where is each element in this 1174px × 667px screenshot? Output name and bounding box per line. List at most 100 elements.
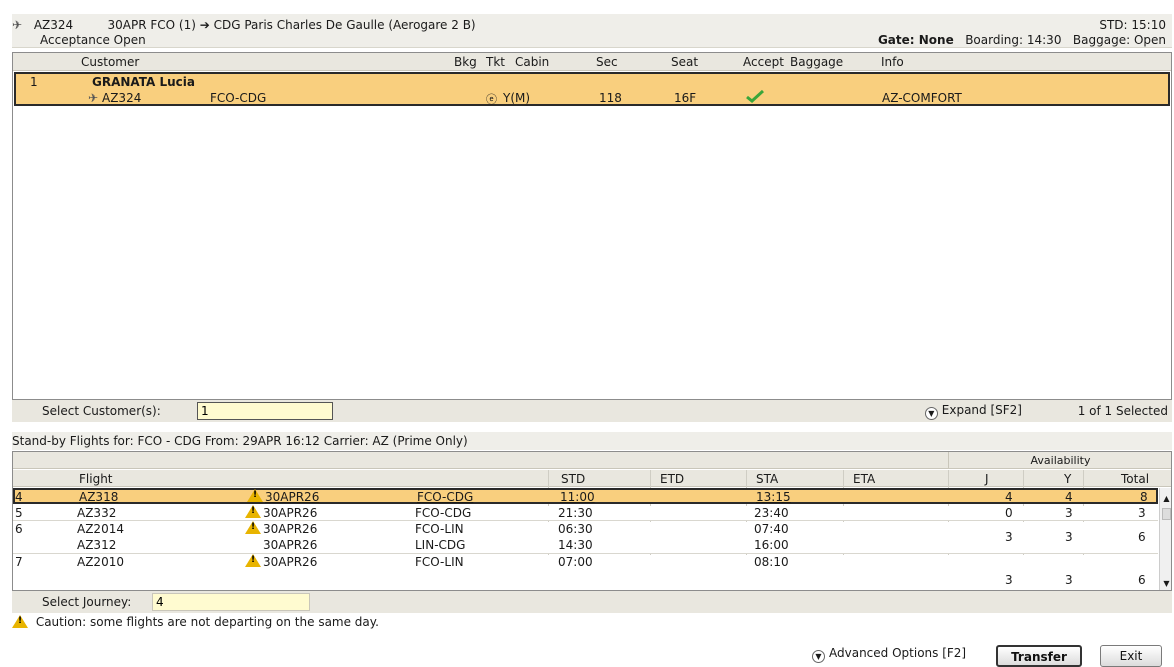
advanced-options-label: Advanced Options [F2]: [829, 646, 967, 660]
select-journey-input[interactable]: [152, 593, 310, 611]
e-ticket-icon: ⓔ: [486, 93, 497, 106]
flight-route: FCO-CDG: [417, 490, 474, 504]
flight-std: 14:30: [558, 538, 593, 552]
flight-number: AZ2014: [77, 522, 124, 536]
col-flight: Flight: [79, 472, 113, 486]
std-time: STD: 15:10: [1099, 18, 1166, 32]
avail-total: 6: [1138, 573, 1146, 587]
col-seat: Seat: [671, 55, 699, 69]
flight-number: AZ2010: [77, 555, 124, 569]
boarding-time: Boarding: 14:30: [965, 33, 1062, 47]
customer-name: GRANATA Lucia: [92, 75, 196, 89]
select-customer-label: Select Customer(s):: [42, 404, 161, 418]
plane-icon: ✈: [88, 91, 99, 105]
customer-row[interactable]: 1 GRANATA Lucia ✈ AZ324 FCO-CDG ⓔ Y(M) 1…: [14, 72, 1170, 106]
flight-sta: 13:15: [756, 490, 791, 504]
flight-number: AZ312: [77, 538, 117, 552]
vertical-scrollbar[interactable]: ▲ ▼: [1159, 488, 1171, 590]
flight-row[interactable]: 6 AZ2014 30APR26 FCO-LIN 06:30 07:40 AZ3…: [13, 521, 1158, 554]
scroll-thumb[interactable]: [1162, 508, 1171, 520]
flight-std: 21:30: [558, 506, 593, 520]
flight-sta: 16:00: [754, 538, 789, 552]
flight-sta: 08:10: [754, 555, 789, 569]
avail-j: 3: [1005, 573, 1013, 587]
flight-number: AZ324: [33, 18, 74, 32]
avail-y: 4: [1065, 490, 1073, 504]
gate-info: Gate: None: [877, 33, 954, 47]
advanced-options-button[interactable]: ▼ Advanced Options [F2]: [812, 646, 966, 663]
customer-table-header: Customer Bkg Tkt Cabin Sec Seat Accept B…: [13, 53, 1171, 71]
expand-icon: ▼: [812, 650, 825, 663]
acceptance-status: Acceptance Open: [40, 33, 146, 47]
flight-date: 30APR26: [263, 522, 318, 536]
avail-j: 0: [1005, 506, 1013, 520]
expand-button[interactable]: ▼ Expand [SF2]: [924, 403, 1022, 420]
col-etd: ETD: [660, 472, 685, 486]
flight-header: ✈ AZ324 30APR FCO (1) ➔ CDG Paris Charle…: [12, 14, 1172, 48]
select-journey-bar: Select Journey:: [12, 591, 1172, 613]
flight-date: 30APR26: [263, 538, 318, 552]
availability-header: Availability: [948, 452, 1171, 469]
scroll-up-icon[interactable]: ▲: [1160, 492, 1171, 505]
flight-date: 30APR26: [263, 506, 318, 520]
flight-std: 06:30: [558, 522, 593, 536]
customer-sec: 118: [599, 91, 622, 105]
customer-info: AZ-COMFORT: [882, 91, 962, 105]
col-bkg: Bkg: [454, 55, 477, 69]
flight-sta: 07:40: [754, 522, 789, 536]
customer-cabin: Y(M): [503, 91, 531, 105]
flight-row[interactable]: 5 AZ332 30APR26 FCO-CDG 21:30 23:40 0 3 …: [13, 505, 1158, 521]
customer-seat: 16F: [674, 91, 697, 105]
exit-button[interactable]: Exit: [1100, 645, 1162, 667]
flight-route: FCO-CDG: [415, 506, 472, 520]
flight-row[interactable]: 4 AZ318 30APR26 FCO-CDG 11:00 13:15 4 4 …: [13, 488, 1158, 504]
avail-j: 3: [1005, 530, 1013, 544]
select-customer-bar: Select Customer(s): ▼Expand [SF2] 1 of 1…: [12, 400, 1172, 422]
journey-number: 4: [15, 490, 23, 504]
transfer-button[interactable]: Transfer: [996, 645, 1082, 667]
expand-label: Expand [SF2]: [941, 403, 1022, 417]
expand-icon: ▼: [924, 407, 938, 420]
avail-y: 3: [1065, 530, 1073, 544]
flight-date: 30APR26: [265, 490, 320, 504]
flight-route: FCO-LIN: [415, 522, 464, 536]
journey-number: 7: [15, 555, 23, 569]
col-tkt: Tkt: [486, 55, 505, 69]
avail-y: 3: [1065, 506, 1073, 520]
flight-route: FCO-LIN: [415, 555, 464, 569]
standby-flights-panel: Availability Flight STD ETD STA ETA J Y …: [12, 451, 1172, 591]
flight-status-info: Gate: None Boarding: 14:30 Baggage: Open: [878, 33, 1166, 47]
customer-route: FCO-CDG: [210, 91, 267, 105]
col-std: STD: [561, 472, 586, 486]
checkmark-icon: [746, 89, 764, 103]
col-total: Total: [1121, 472, 1150, 486]
journey-number: 5: [15, 506, 23, 520]
col-baggage: Baggage: [790, 55, 844, 69]
col-j: J: [985, 472, 989, 486]
customer-list-panel: Customer Bkg Tkt Cabin Sec Seat Accept B…: [12, 52, 1172, 400]
avail-total: 3: [1138, 506, 1146, 520]
select-journey-label: Select Journey:: [42, 595, 132, 609]
avail-y: 3: [1065, 573, 1073, 587]
col-eta: ETA: [853, 472, 876, 486]
flight-route: LIN-CDG: [415, 538, 466, 552]
flight-route: 30APR FCO (1) ➔ CDG Paris Charles De Gau…: [107, 18, 476, 32]
col-y: Y: [1064, 472, 1072, 486]
plane-icon: ✈: [12, 18, 23, 32]
journey-number: 6: [15, 522, 23, 536]
baggage-status: Baggage: Open: [1072, 33, 1166, 47]
avail-total: 8: [1140, 490, 1148, 504]
flight-date: 30APR26: [263, 555, 318, 569]
flight-header-line1: ✈ AZ324 30APR FCO (1) ➔ CDG Paris Charle…: [12, 18, 476, 32]
avail-j: 4: [1005, 490, 1013, 504]
scroll-down-icon[interactable]: ▼: [1160, 577, 1171, 590]
customer-number: 1: [30, 75, 38, 89]
col-cabin: Cabin: [515, 55, 550, 69]
flight-row[interactable]: 7 AZ2010 30APR26 FCO-LIN 07:00 08:10 3 3…: [13, 554, 1158, 590]
select-customer-input[interactable]: [197, 402, 333, 420]
flight-number: AZ318: [79, 490, 119, 504]
caution-message: Caution: some flights are not departing …: [12, 615, 379, 629]
flight-std: 07:00: [558, 555, 593, 569]
col-accept: Accept: [743, 55, 784, 69]
standby-table-header: Flight STD ETD STA ETA J Y Total: [13, 470, 1171, 487]
